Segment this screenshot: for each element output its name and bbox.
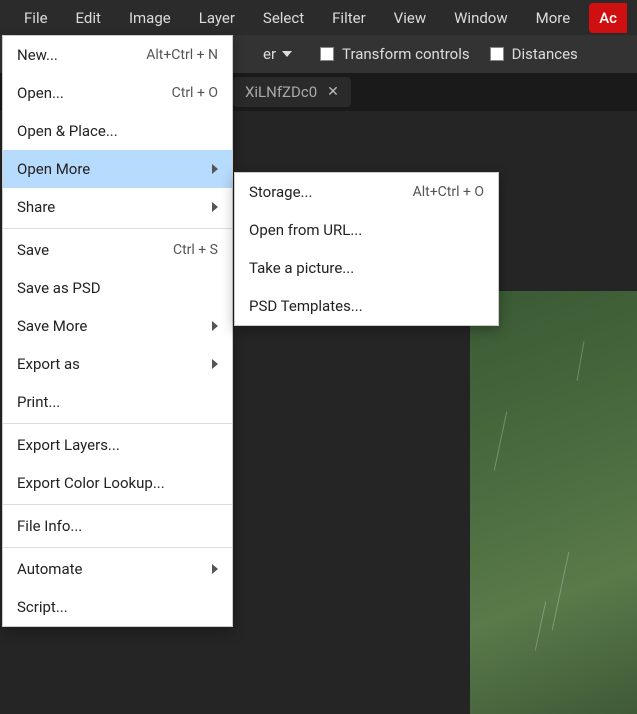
menu-item-label: Save as PSD (17, 279, 101, 297)
menu-item-label: Print... (17, 393, 60, 411)
document-image[interactable] (470, 291, 637, 714)
checkbox-icon (320, 47, 334, 61)
tool-mode-label: er (263, 45, 276, 63)
menu-item-label: Storage... (249, 183, 312, 201)
menu-item-label: Open & Place... (17, 122, 118, 140)
menu-item-label: Automate (17, 560, 82, 578)
file-menu-item-save-more[interactable]: Save More (3, 307, 232, 345)
menu-item-label: Open... (17, 84, 64, 102)
menu-item-label: Export Layers... (17, 436, 120, 454)
close-icon[interactable]: ✕ (327, 85, 339, 99)
menu-file[interactable]: File (10, 3, 62, 33)
menu-separator (3, 547, 232, 548)
menu-item-label: Take a picture... (249, 259, 354, 277)
open-more-item-take-a-picture[interactable]: Take a picture... (235, 249, 498, 287)
menu-edit[interactable]: Edit (62, 3, 115, 33)
checkbox-icon (490, 47, 504, 61)
menu-layer[interactable]: Layer (185, 3, 249, 33)
document-tab-label: XiLNfZDc0 (245, 83, 317, 101)
menu-view[interactable]: View (380, 3, 440, 33)
menu-item-shortcut: Alt+Ctrl + O (413, 184, 484, 200)
file-menu-item-share[interactable]: Share (3, 188, 232, 226)
menu-item-label: Share (17, 198, 55, 216)
chevron-right-icon (212, 321, 218, 331)
file-menu-dropdown: New... Alt+Ctrl + N Open... Ctrl + O Open & … (2, 35, 233, 627)
menu-item-label: PSD Templates... (249, 297, 363, 315)
document-tab[interactable]: XiLNfZDc0 ✕ (233, 77, 351, 107)
menu-item-label: New... (17, 46, 58, 64)
account-button[interactable]: Ac (589, 3, 627, 33)
file-menu-item-file-info[interactable]: File Info... (3, 507, 232, 545)
chevron-right-icon (212, 202, 218, 212)
file-menu-item-print[interactable]: Print... (3, 383, 232, 421)
file-menu-item-script[interactable]: Script... (3, 588, 232, 626)
open-more-item-storage[interactable]: Storage... Alt+Ctrl + O (235, 173, 498, 211)
chevron-right-icon (212, 359, 218, 369)
transform-controls-label: Transform controls (342, 45, 470, 63)
menu-window[interactable]: Window (440, 3, 522, 33)
file-menu-item-open-place[interactable]: Open & Place... (3, 112, 232, 150)
menu-separator (3, 504, 232, 505)
file-menu-item-export-color-lookup[interactable]: Export Color Lookup... (3, 464, 232, 502)
menu-item-label: Open More (17, 160, 90, 178)
transform-controls-checkbox[interactable]: Transform controls (320, 45, 470, 63)
chevron-right-icon (212, 164, 218, 174)
menu-item-shortcut: Alt+Ctrl + N (146, 47, 218, 63)
menu-separator (3, 228, 232, 229)
menu-item-label: Export Color Lookup... (17, 474, 165, 492)
file-menu-item-new[interactable]: New... Alt+Ctrl + N (3, 36, 232, 74)
file-menu-item-save-as-psd[interactable]: Save as PSD (3, 269, 232, 307)
menubar: File Edit Image Layer Select Filter View… (0, 0, 637, 35)
file-menu-item-save[interactable]: Save Ctrl + S (3, 231, 232, 269)
distances-checkbox[interactable]: Distances (490, 45, 578, 63)
menu-item-label: File Info... (17, 517, 82, 535)
chevron-right-icon (212, 564, 218, 574)
menu-item-shortcut: Ctrl + S (173, 242, 218, 258)
open-more-item-open-from-url[interactable]: Open from URL... (235, 211, 498, 249)
distances-label: Distances (512, 45, 578, 63)
menu-item-label: Export as (17, 355, 80, 373)
open-more-submenu: Storage... Alt+Ctrl + O Open from URL... Ta… (234, 172, 499, 326)
open-more-item-psd-templates[interactable]: PSD Templates... (235, 287, 498, 325)
menu-filter[interactable]: Filter (318, 3, 380, 33)
file-menu-item-export-as[interactable]: Export as (3, 345, 232, 383)
menu-more[interactable]: More (522, 3, 585, 33)
menu-separator (3, 423, 232, 424)
menu-item-shortcut: Ctrl + O (172, 85, 218, 101)
menu-item-label: Save More (17, 317, 87, 335)
tool-mode-dropdown[interactable]: er (255, 42, 300, 66)
file-menu-item-export-layers[interactable]: Export Layers... (3, 426, 232, 464)
file-menu-item-open-more[interactable]: Open More (3, 150, 232, 188)
file-menu-item-automate[interactable]: Automate (3, 550, 232, 588)
menu-image[interactable]: Image (115, 3, 185, 33)
menu-item-label: Save (17, 241, 49, 259)
menu-item-label: Open from URL... (249, 221, 362, 239)
menu-item-label: Script... (17, 598, 68, 616)
file-menu-item-open[interactable]: Open... Ctrl + O (3, 74, 232, 112)
menu-select[interactable]: Select (249, 3, 318, 33)
chevron-down-icon (282, 51, 292, 57)
